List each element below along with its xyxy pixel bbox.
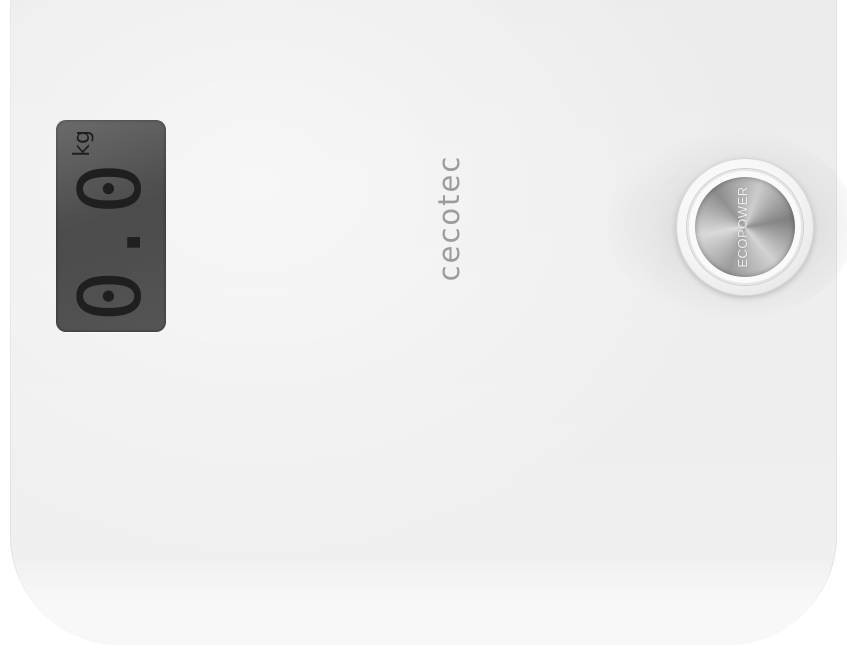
power-button[interactable]: ECOPOWER — [676, 158, 814, 296]
lcd-display: 0.0 kg — [56, 120, 166, 332]
lcd-content: 0.0 kg — [56, 126, 166, 326]
power-button-cap: ECOPOWER — [695, 177, 795, 277]
weight-reading: 0.0 — [61, 160, 161, 323]
product-photo: 0.0 kg cecotec ECOPOWER — [0, 0, 847, 665]
power-button-label: ECOPOWER — [735, 186, 750, 268]
weight-unit: kg — [70, 129, 95, 157]
platform-rim — [10, 555, 837, 645]
brand-logo: cecotec — [432, 154, 466, 282]
power-button-ring: ECOPOWER — [687, 169, 803, 285]
